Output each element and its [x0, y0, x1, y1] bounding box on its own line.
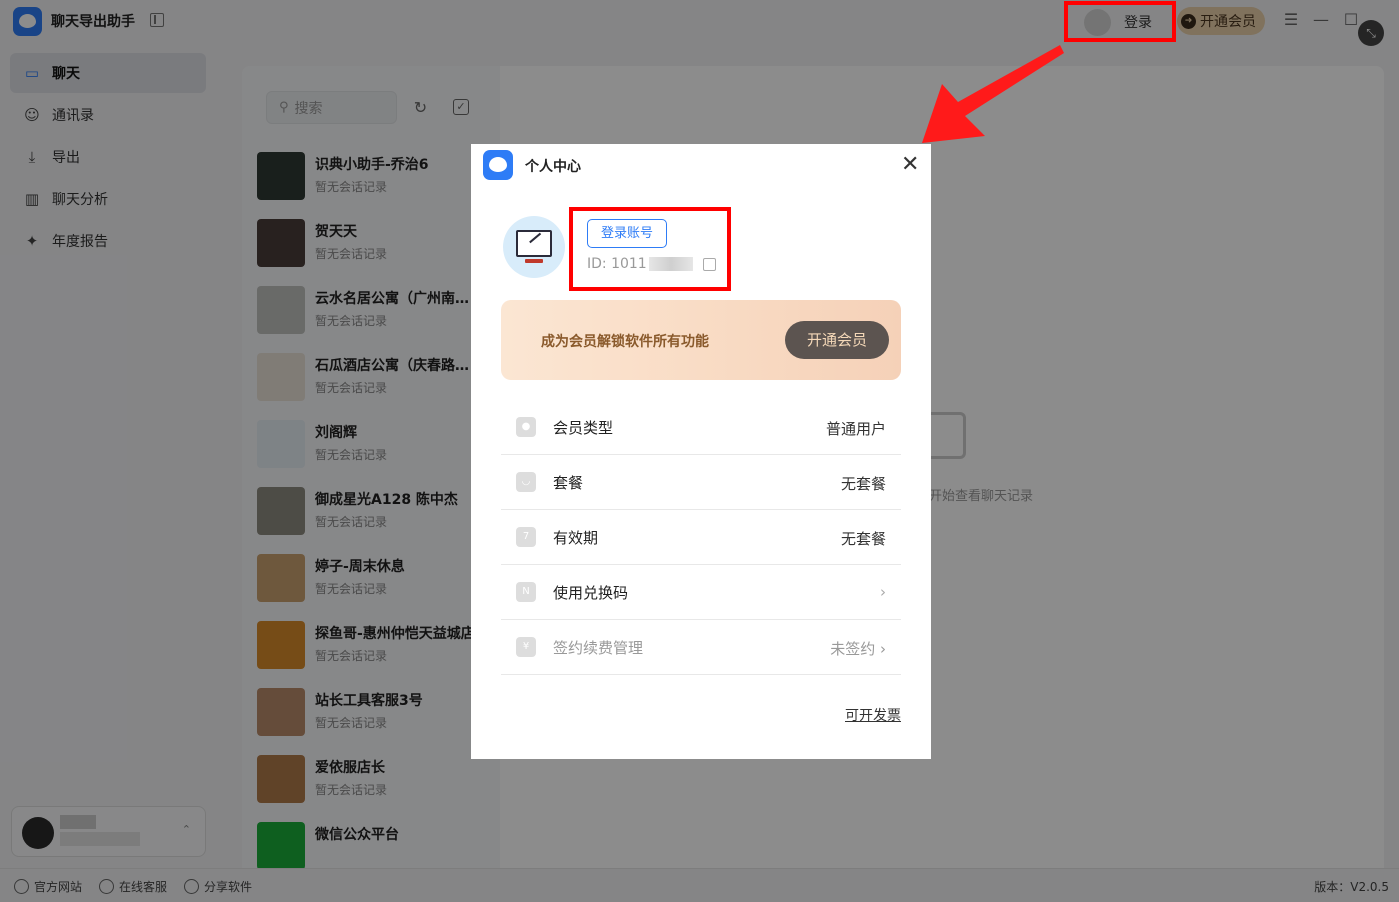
monitor-stand — [525, 259, 543, 263]
login-account-button[interactable]: 登录账号 — [587, 219, 667, 248]
copy-icon[interactable] — [702, 257, 716, 271]
row-label: 使用兑换码 — [553, 584, 629, 602]
user-id: ID: 1011 — [587, 256, 716, 272]
blurred-id — [648, 257, 693, 271]
validity-row: 7 有效期 无套餐 — [501, 510, 901, 565]
redeem-code-row[interactable]: N 使用兑换码 › — [501, 565, 901, 620]
close-icon[interactable]: ✕ — [901, 154, 919, 176]
avatar — [503, 216, 565, 278]
row-value: 普通用户 — [825, 420, 886, 438]
bag-icon: ◡ — [516, 472, 536, 492]
chevron-right-icon: › — [880, 583, 886, 601]
row-label: 有效期 — [553, 529, 599, 547]
app-logo-icon — [483, 150, 513, 180]
row-label: 会员类型 — [553, 419, 614, 437]
subscription-manage-row[interactable]: ¥ 签约续费管理 未签约 › — [501, 620, 901, 675]
membership-type-row: ● 会员类型 普通用户 — [501, 400, 901, 455]
personal-center-dialog: 个人中心 ✕ 登录账号 ID: 1011 成为会员解锁软件所有功能 开通会员 ●… — [471, 144, 931, 759]
row-label: 签约续费管理 — [553, 639, 644, 657]
calendar-icon: 7 — [516, 527, 536, 547]
monitor-icon — [516, 230, 552, 257]
yen-icon: ¥ — [516, 637, 536, 657]
user-icon: ● — [516, 417, 536, 437]
package-row: ◡ 套餐 无套餐 — [501, 455, 901, 510]
vip-banner-text: 成为会员解锁软件所有功能 — [541, 334, 709, 350]
row-value: 无套餐 — [840, 530, 886, 548]
vip-banner: 成为会员解锁软件所有功能 开通会员 — [501, 300, 901, 380]
open-vip-button[interactable]: 开通会员 — [785, 321, 889, 359]
row-value: 无套餐 — [840, 475, 886, 493]
dialog-title: 个人中心 — [525, 159, 581, 175]
user-id-text: ID: 1011 — [587, 256, 647, 272]
row-value: 未签约 › — [830, 640, 886, 658]
coupon-icon: N — [516, 582, 536, 602]
invoice-link[interactable]: 可开发票 — [845, 705, 901, 725]
row-label: 套餐 — [553, 474, 584, 492]
